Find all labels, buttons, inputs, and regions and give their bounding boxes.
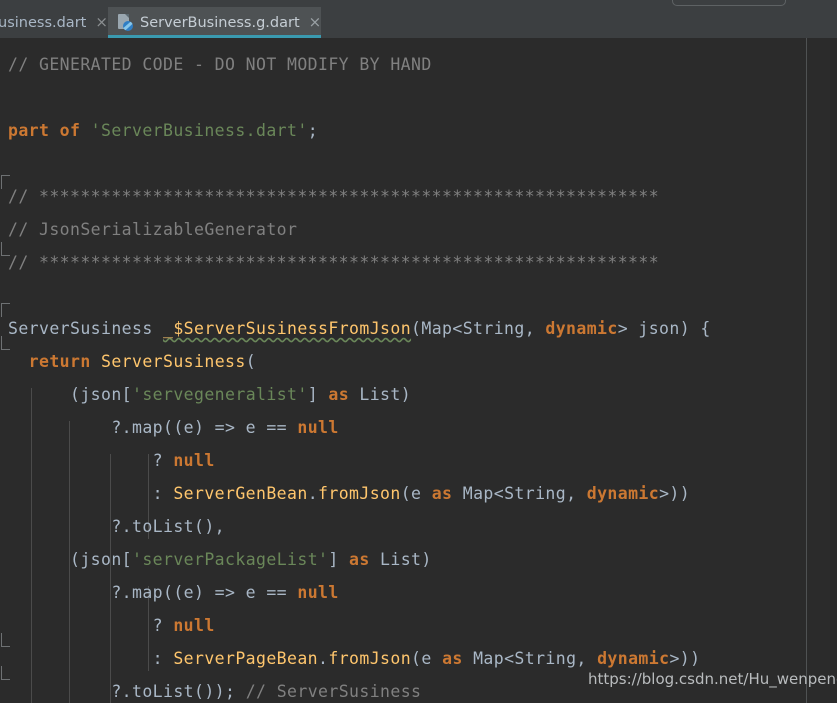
code-token: List) [380, 550, 432, 569]
code-line: // JsonSerializableGenerator [0, 213, 297, 246]
code-token: ?.map((e) => e == [8, 418, 298, 437]
code-token: return [8, 352, 102, 371]
popup-fragment [672, 0, 786, 6]
code-token: (json[ [8, 385, 133, 404]
code-token: . [318, 649, 329, 668]
code-line: ?.map((e) => e == null [0, 576, 339, 609]
code-token: // JsonSerializableGenerator [8, 220, 298, 239]
code-token: ?.map((e) => e == [8, 583, 298, 602]
code-line: // GENERATED CODE - DO NOT MODIFY BY HAN… [0, 48, 432, 81]
code-token: _$ServerSusinessFromJson [163, 319, 412, 338]
editor-tab-bar: usiness.dart × ServerBusiness.g.dart × [0, 7, 837, 38]
code-token: ServerPageBean [173, 649, 319, 668]
code-token: ? [8, 451, 174, 470]
code-line: // *************************************… [0, 180, 659, 213]
code-token: List) [359, 385, 412, 404]
code-token: ServerSusiness [101, 352, 246, 371]
code-token: ServerSusiness [8, 319, 164, 338]
code-token: fromJson [328, 649, 412, 668]
code-token: part of [8, 121, 91, 140]
code-token: // ServerSusiness [245, 682, 422, 701]
editor-tab-serverbusiness-dart[interactable]: usiness.dart × [0, 7, 108, 38]
code-line: // *************************************… [0, 246, 659, 279]
code-token: ?.toList()); [8, 682, 246, 701]
close-icon[interactable]: × [95, 15, 108, 30]
code-token: ( [245, 352, 257, 371]
code-token: ] [328, 550, 350, 569]
code-token: : [8, 484, 174, 503]
code-token: // GENERATED CODE - DO NOT MODIFY BY HAN… [8, 55, 432, 74]
code-token: Map<String, [462, 484, 587, 503]
code-line: ? null [0, 444, 215, 477]
code-editor[interactable]: // GENERATED CODE - DO NOT MODIFY BY HAN… [0, 38, 837, 703]
code-line: ?.map((e) => e == null [0, 411, 339, 444]
code-token: dynamic [586, 484, 660, 503]
code-token: > json) { [617, 319, 711, 338]
code-token: 'serverPackageList' [132, 550, 329, 569]
code-line: part of 'ServerBusiness.dart'; [0, 114, 318, 147]
code-token: null [173, 616, 215, 635]
close-icon[interactable]: × [309, 15, 322, 30]
editor-tab-label: ServerBusiness.g.dart [140, 14, 300, 31]
code-token: as [442, 649, 474, 668]
code-token: ? [8, 616, 174, 635]
code-line: ServerSusiness _$ServerSusinessFromJson(… [0, 312, 711, 345]
code-token: dynamic [545, 319, 618, 338]
code-token: 'servegeneralist' [132, 385, 308, 404]
code-token: // *************************************… [8, 187, 660, 206]
code-token: ; [307, 121, 319, 140]
code-line: ?.toList()); // ServerSusiness [0, 675, 421, 703]
code-token: as [431, 484, 463, 503]
code-token: as [328, 385, 360, 404]
code-token: as [349, 550, 381, 569]
code-token: null [173, 451, 215, 470]
code-token: dynamic [597, 649, 670, 668]
code-token: Map<String, [473, 649, 598, 668]
code-token: : [8, 649, 174, 668]
code-token: ] [307, 385, 329, 404]
code-token: 'ServerBusiness.dart' [90, 121, 308, 140]
code-token: >)) [669, 649, 701, 668]
editor-tab-label: usiness.dart [0, 14, 87, 31]
code-token: >)) [659, 484, 691, 503]
code-line: return ServerSusiness( [0, 345, 256, 378]
code-line: : ServerGenBean.fromJson(e as Map<String… [0, 477, 690, 510]
code-token: ServerGenBean [173, 484, 308, 503]
editor-tab-serverbusiness-g-dart[interactable]: ServerBusiness.g.dart × [108, 7, 321, 38]
code-line: (json['serverPackageList'] as List) [0, 543, 432, 576]
code-token: // *************************************… [8, 253, 660, 272]
code-token: ?.toList(), [8, 517, 226, 536]
window-top-chrome [0, 0, 837, 7]
watermark: https://blog.csdn.net/Hu_wenpeng [588, 670, 837, 688]
code-token: (json[ [8, 550, 133, 569]
code-token: null [297, 418, 339, 437]
code-token: (e [411, 649, 443, 668]
code-token: null [297, 583, 339, 602]
code-line: ?.toList(), [0, 510, 225, 543]
code-line: ? null [0, 609, 215, 642]
code-line: (json['servegeneralist'] as List) [0, 378, 411, 411]
code-token: (e [400, 484, 432, 503]
dart-file-icon [118, 14, 133, 31]
code-token: (Map<String, [411, 319, 546, 338]
code-token: . [307, 484, 319, 503]
code-token: fromJson [318, 484, 401, 503]
editor-right-separator [806, 38, 807, 703]
